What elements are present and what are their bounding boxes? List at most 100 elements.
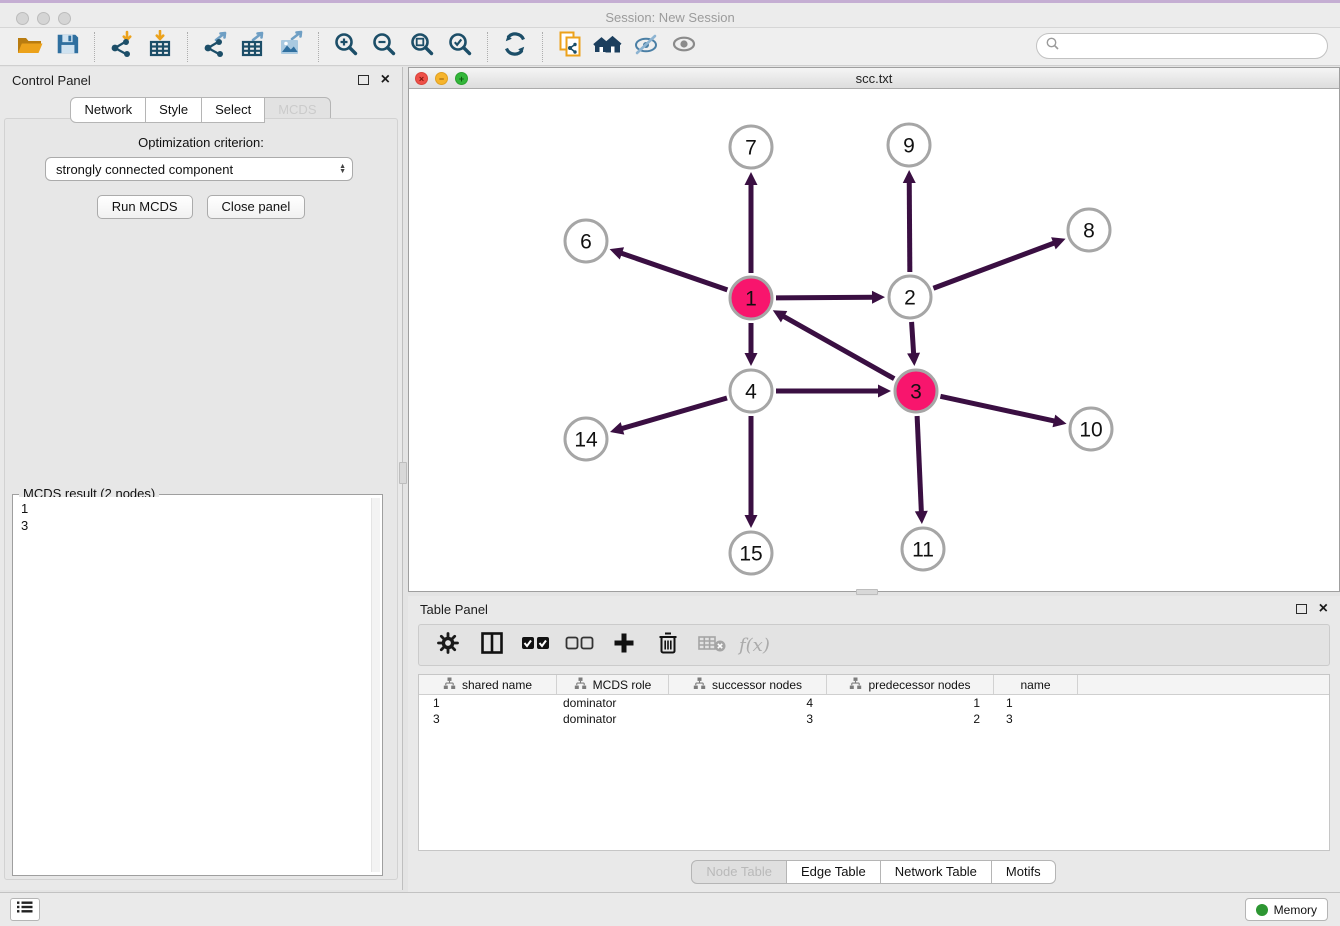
network-graph: 7968124314101511	[409, 89, 1339, 591]
table-row[interactable]: 3 dominator 3 2 3	[419, 711, 1329, 727]
zoom-selected-button[interactable]	[441, 31, 479, 63]
graph-edge-2-9[interactable]	[909, 181, 910, 272]
refresh-layout-button[interactable]	[496, 31, 534, 63]
zoom-out-icon	[370, 30, 398, 63]
hide-selected-button[interactable]	[627, 31, 665, 63]
export-table-icon	[239, 30, 267, 63]
unchecked-boxes-icon	[565, 635, 595, 656]
split-panel-button[interactable]	[475, 628, 509, 662]
control-panel: Control Panel × Network Style Select MCD…	[0, 67, 403, 890]
delete-table-button[interactable]	[695, 628, 729, 662]
control-panel-header: Control Panel ×	[0, 67, 402, 93]
tab-network[interactable]: Network	[70, 97, 146, 123]
graph-edge-4-14[interactable]	[621, 398, 727, 429]
task-history-button[interactable]	[10, 898, 40, 921]
close-table-panel-icon[interactable]: ×	[1319, 603, 1328, 615]
titlebar: Session: New Session	[0, 0, 1340, 28]
graph-edge-3-1[interactable]	[782, 316, 894, 379]
hierarchy-icon	[574, 677, 587, 693]
mcds-result-text[interactable]: 1 3	[15, 497, 380, 873]
graph-node-label: 3	[910, 381, 922, 404]
save-session-button[interactable]	[48, 31, 86, 63]
close-panel-icon[interactable]: ×	[381, 74, 390, 86]
table-panel-title: Table Panel	[420, 602, 1296, 617]
result-scrollbar[interactable]	[371, 498, 380, 872]
import-table-button[interactable]	[141, 31, 179, 63]
zoom-fit-button[interactable]	[403, 31, 441, 63]
tab-select[interactable]: Select	[201, 97, 265, 123]
tab-network-table[interactable]: Network Table	[880, 860, 992, 884]
select-all-button[interactable]	[519, 628, 553, 662]
graph-edge-arrowhead	[745, 353, 758, 366]
run-mcds-button[interactable]: Run MCDS	[97, 195, 193, 219]
criterion-value: strongly connected component	[56, 162, 339, 177]
float-table-panel-icon[interactable]	[1296, 604, 1307, 614]
close-panel-button[interactable]: Close panel	[207, 195, 306, 219]
graph-edge-3-10[interactable]	[940, 396, 1055, 421]
hierarchy-icon	[849, 677, 862, 693]
search-input[interactable]	[1036, 33, 1328, 59]
column-label: shared name	[462, 678, 532, 692]
cell-mcds-role: dominator	[557, 711, 669, 727]
split-panel-icon	[479, 630, 505, 661]
network-view-window: × − + scc.txt 7968124314101511	[408, 67, 1340, 592]
table-toolbar: f(x)	[418, 624, 1330, 666]
graph-edge-arrowhead	[915, 511, 928, 524]
toolbar-separator	[542, 32, 543, 62]
tab-edge-table[interactable]: Edge Table	[786, 860, 881, 884]
zoom-in-button[interactable]	[327, 31, 365, 63]
clone-network-button[interactable]	[551, 31, 589, 63]
tab-style[interactable]: Style	[145, 97, 202, 123]
table-settings-button[interactable]	[431, 628, 465, 662]
graph-edge-arrowhead	[878, 385, 891, 398]
deselect-all-button[interactable]	[563, 628, 597, 662]
export-table-button[interactable]	[234, 31, 272, 63]
network-canvas[interactable]: 7968124314101511	[409, 89, 1339, 591]
show-all-button[interactable]	[665, 31, 703, 63]
toolbar-separator	[318, 32, 319, 62]
tab-node-table[interactable]: Node Table	[691, 860, 787, 884]
network-window-titlebar: × − + scc.txt	[409, 68, 1339, 89]
zoom-out-button[interactable]	[365, 31, 403, 63]
checked-boxes-icon	[521, 635, 551, 656]
graph-edge-1-6[interactable]	[620, 253, 727, 290]
column-header-predecessor-nodes[interactable]: predecessor nodes	[827, 675, 994, 694]
column-header-shared-name[interactable]: shared name	[419, 675, 557, 694]
cell-mcds-role: dominator	[557, 695, 669, 711]
graph-edge-1-2[interactable]	[776, 297, 874, 298]
graph-node-label: 2	[904, 287, 916, 310]
column-label: predecessor nodes	[868, 678, 970, 692]
column-header-mcds-role[interactable]: MCDS role	[557, 675, 669, 694]
export-image-button[interactable]	[272, 31, 310, 63]
add-column-button[interactable]	[607, 628, 641, 662]
open-session-button[interactable]	[10, 31, 48, 63]
column-header-successor-nodes[interactable]: successor nodes	[669, 675, 827, 694]
column-header-name[interactable]: name	[994, 675, 1078, 694]
toolbar-separator	[487, 32, 488, 62]
graph-node-label: 9	[903, 135, 915, 158]
import-network-button[interactable]	[103, 31, 141, 63]
criterion-dropdown[interactable]: strongly connected component ▲▼	[45, 157, 353, 181]
graph-edge-arrowhead	[1052, 415, 1066, 428]
float-panel-icon[interactable]	[358, 75, 369, 85]
export-network-button[interactable]	[196, 31, 234, 63]
window-title: Session: New Session	[0, 10, 1340, 25]
graph-edge-3-11[interactable]	[917, 416, 921, 513]
vertical-splitter-handle[interactable]	[399, 462, 407, 484]
delete-column-button[interactable]	[651, 628, 685, 662]
export-network-icon	[201, 30, 229, 63]
table-row[interactable]: 1 dominator 4 1 1	[419, 695, 1329, 711]
first-neighbors-button[interactable]	[589, 31, 627, 63]
optimization-criterion-label: Optimization criterion:	[0, 135, 402, 150]
memory-button[interactable]: Memory	[1245, 898, 1328, 921]
graph-edge-2-8[interactable]	[933, 243, 1055, 289]
eye-icon	[670, 30, 698, 63]
apply-function-button[interactable]: f(x)	[739, 635, 770, 656]
tab-motifs[interactable]: Motifs	[991, 860, 1056, 884]
horizontal-splitter-handle[interactable]	[856, 589, 878, 595]
graph-edge-arrowhead	[872, 291, 885, 304]
memory-status-icon	[1256, 904, 1268, 916]
table-panel-header: Table Panel ×	[408, 596, 1340, 622]
export-image-icon	[277, 30, 305, 63]
graph-edge-2-3[interactable]	[912, 322, 914, 355]
